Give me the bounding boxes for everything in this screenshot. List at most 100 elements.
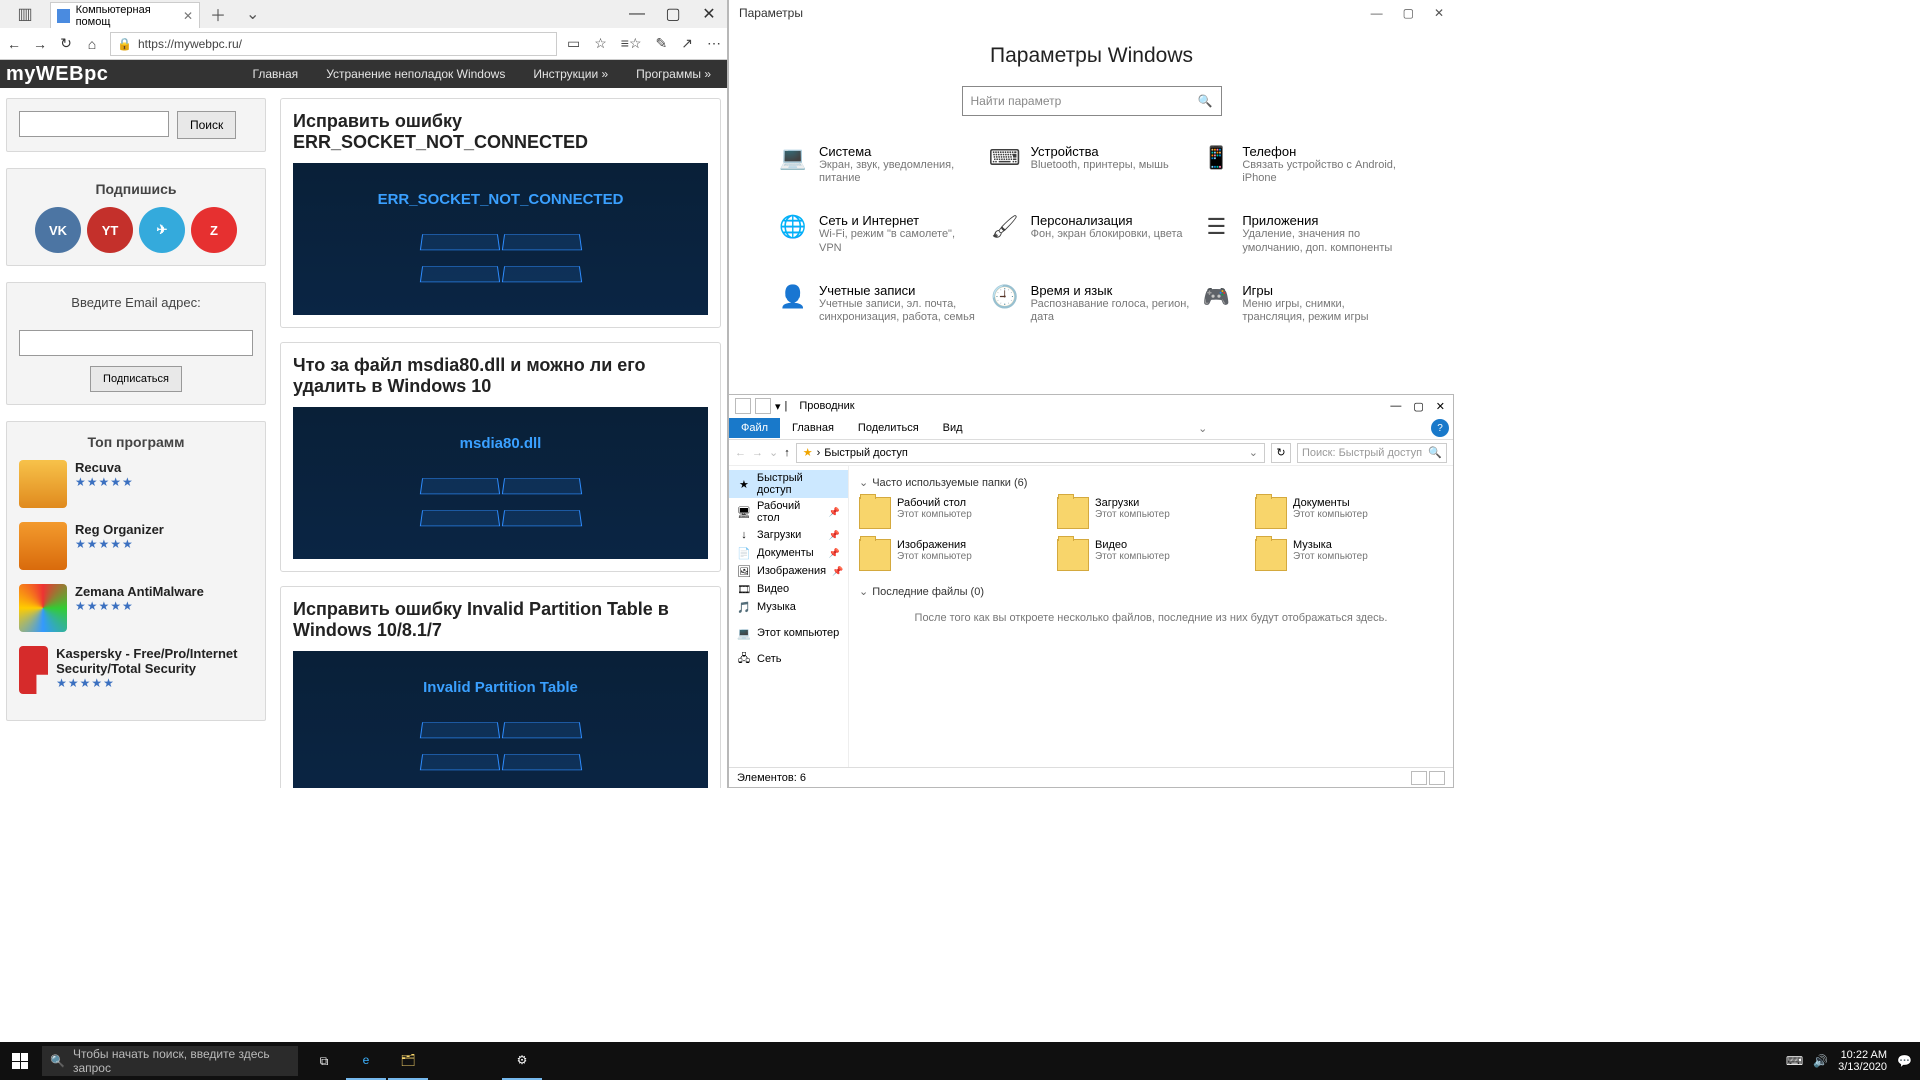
close-button[interactable]: ✕ (1434, 6, 1444, 20)
start-button[interactable] (0, 1042, 40, 1080)
reading-view-icon[interactable]: ▭ (567, 35, 580, 52)
settings-taskbar-icon[interactable]: ⚙ (502, 1042, 542, 1080)
ribbon-view[interactable]: Вид (931, 418, 975, 438)
nav-downloads[interactable]: ↓Загрузки📌 (729, 526, 848, 544)
site-search-button[interactable]: Поиск (177, 111, 236, 139)
notes-icon[interactable]: ✎ (656, 35, 668, 52)
settings-item-gaming[interactable]: 🎮ИгрыМеню игры, снимки, трансляция, режи… (1202, 283, 1404, 324)
ribbon-share[interactable]: Поделиться (846, 418, 931, 438)
settings-search[interactable]: Найти параметр 🔍 (962, 86, 1222, 116)
nav-music[interactable]: 🎵Музыка (729, 598, 848, 616)
maximize-button[interactable]: ▢ (655, 0, 691, 28)
settings-item-devices[interactable]: ⌨УстройстваBluetooth, принтеры, мышь (991, 144, 1193, 185)
youtube-icon[interactable]: YT (87, 207, 133, 253)
telegram-icon[interactable]: ✈ (139, 207, 185, 253)
taskbar-clock[interactable]: 10:22 AM 3/13/2020 (1838, 1049, 1887, 1073)
folder-item[interactable]: ИзображенияЭтот компьютер (859, 539, 1047, 571)
tiles-view-icon[interactable] (1429, 771, 1445, 785)
edge-taskbar-icon[interactable]: e (346, 1042, 386, 1080)
nav-recent-icon[interactable]: ⌄ (769, 446, 778, 459)
group-header-recent[interactable]: ⌄Последние файлы (0) (859, 585, 1443, 598)
vk-icon[interactable]: VK (35, 207, 81, 253)
nav-this-pc[interactable]: 💻Этот компьютер (729, 624, 848, 642)
group-header-folders[interactable]: ⌄Часто используемые папки (6) (859, 476, 1443, 489)
tab-list-dropdown[interactable]: ⌄ (236, 4, 269, 24)
menu-instructions[interactable]: Инструкции » (533, 67, 608, 81)
minimize-button[interactable]: — (619, 0, 655, 28)
folder-item[interactable]: Рабочий столЭтот компьютер (859, 497, 1047, 529)
prog-item[interactable]: Zemana AntiMalware★★★★★ (19, 584, 253, 632)
nav-back-icon[interactable]: ← (735, 447, 746, 459)
qat-icon[interactable] (735, 398, 751, 414)
taskbar-search[interactable]: 🔍 Чтобы начать поиск, введите здесь запр… (42, 1046, 298, 1076)
site-search-input[interactable] (19, 111, 169, 137)
minimize-button[interactable]: — (1371, 6, 1383, 20)
tray-keyboard-icon[interactable]: ⌨ (1786, 1054, 1803, 1068)
menu-troubleshoot[interactable]: Устранение неполадок Windows (326, 67, 505, 81)
breadcrumb[interactable]: ★ › Быстрый доступ ⌄ (796, 443, 1265, 463)
settings-item-personalization[interactable]: 🖌ПерсонализацияФон, экран блокировки, цв… (991, 213, 1193, 254)
close-button[interactable]: ✕ (1436, 400, 1445, 413)
nav-desktop[interactable]: 🖥Рабочий стол📌 (729, 498, 848, 526)
prog-item[interactable]: Recuva★★★★★ (19, 460, 253, 508)
article-card[interactable]: Исправить ошибку Invalid Partition Table… (280, 586, 721, 788)
qat-dropdown-icon[interactable]: ▾ (775, 400, 781, 413)
refresh-button[interactable]: ↻ (1271, 443, 1291, 463)
more-icon[interactable]: ⋯ (707, 35, 721, 52)
email-input[interactable] (19, 330, 253, 356)
qat-icon[interactable] (755, 398, 771, 414)
back-button[interactable]: ← (6, 36, 22, 52)
tab-stack-icon[interactable]: ▥ (0, 4, 50, 24)
tray-volume-icon[interactable]: 🔊 (1813, 1054, 1828, 1068)
email-subscribe-button[interactable]: Подписаться (90, 366, 182, 392)
nav-up-icon[interactable]: ↑ (784, 447, 790, 459)
nav-fwd-icon[interactable]: → (752, 447, 763, 459)
settings-item-network[interactable]: 🌐Сеть и ИнтернетWi-Fi, режим "в самолете… (779, 213, 981, 254)
help-icon[interactable]: ? (1431, 419, 1449, 437)
ribbon-home[interactable]: Главная (780, 418, 846, 438)
article-card[interactable]: Исправить ошибку ERR_SOCKET_NOT_CONNECTE… (280, 98, 721, 328)
folder-item[interactable]: ЗагрузкиЭтот компьютер (1057, 497, 1245, 529)
browser-tab[interactable]: Компьютерная помощ ✕ (50, 2, 200, 28)
site-brand[interactable]: myWEBpc (0, 63, 114, 86)
maximize-button[interactable]: ▢ (1413, 400, 1423, 413)
favorite-icon[interactable]: ☆ (594, 35, 607, 52)
explorer-taskbar-icon[interactable]: 🗂 (388, 1042, 428, 1080)
article-card[interactable]: Что за файл msdia80.dll и можно ли его у… (280, 342, 721, 572)
explorer-search[interactable]: Поиск: Быстрый доступ 🔍 (1297, 443, 1447, 463)
nav-network[interactable]: 🖧Сеть (729, 650, 848, 668)
tab-close-icon[interactable]: ✕ (183, 9, 193, 23)
prog-item[interactable]: Kaspersky - Free/Pro/Internet Security/T… (19, 646, 253, 694)
task-view-icon[interactable]: ⧉ (304, 1042, 344, 1080)
settings-item-accounts[interactable]: 👤Учетные записиУчетные записи, эл. почта… (779, 283, 981, 324)
address-bar[interactable]: 🔒 https://mywebpc.ru/ (110, 32, 557, 56)
nav-videos[interactable]: 🎞Видео (729, 580, 848, 598)
settings-item-time[interactable]: 🕘Время и языкРаспознавание голоса, регио… (991, 283, 1193, 324)
forward-button[interactable]: → (32, 36, 48, 52)
settings-item-phone[interactable]: 📱ТелефонСвязать устройство с Android, iP… (1202, 144, 1404, 185)
menu-programs[interactable]: Программы » (636, 67, 711, 81)
folder-item[interactable]: ВидеоЭтот компьютер (1057, 539, 1245, 571)
home-button[interactable]: ⌂ (84, 36, 100, 52)
menu-home[interactable]: Главная (253, 67, 299, 81)
settings-item-apps[interactable]: ☰ПриложенияУдаление, значения по умолчан… (1202, 213, 1404, 254)
refresh-button[interactable]: ↻ (58, 35, 74, 52)
zen-icon[interactable]: Z (191, 207, 237, 253)
ribbon-expand-icon[interactable]: ⌄ (1192, 422, 1213, 435)
action-center-icon[interactable]: 💬 (1897, 1054, 1912, 1068)
share-icon[interactable]: ↗ (681, 35, 693, 52)
nav-quick-access[interactable]: ★Быстрый доступ (729, 470, 848, 498)
folder-item[interactable]: ДокументыЭтот компьютер (1255, 497, 1443, 529)
close-button[interactable]: ✕ (691, 0, 727, 28)
settings-item-system[interactable]: 💻СистемаЭкран, звук, уведомления, питани… (779, 144, 981, 185)
minimize-button[interactable]: — (1390, 400, 1401, 413)
ribbon-file[interactable]: Файл (729, 418, 780, 438)
nav-documents[interactable]: 📄Документы📌 (729, 544, 848, 562)
new-tab-button[interactable]: ＋ (200, 2, 236, 26)
folder-item[interactable]: МузыкаЭтот компьютер (1255, 539, 1443, 571)
prog-item[interactable]: Reg Organizer★★★★★ (19, 522, 253, 570)
favorites-hub-icon[interactable]: ≡☆ (621, 35, 642, 52)
maximize-button[interactable]: ▢ (1403, 6, 1414, 20)
nav-pictures[interactable]: 🖼Изображения📌 (729, 562, 848, 580)
details-view-icon[interactable] (1411, 771, 1427, 785)
